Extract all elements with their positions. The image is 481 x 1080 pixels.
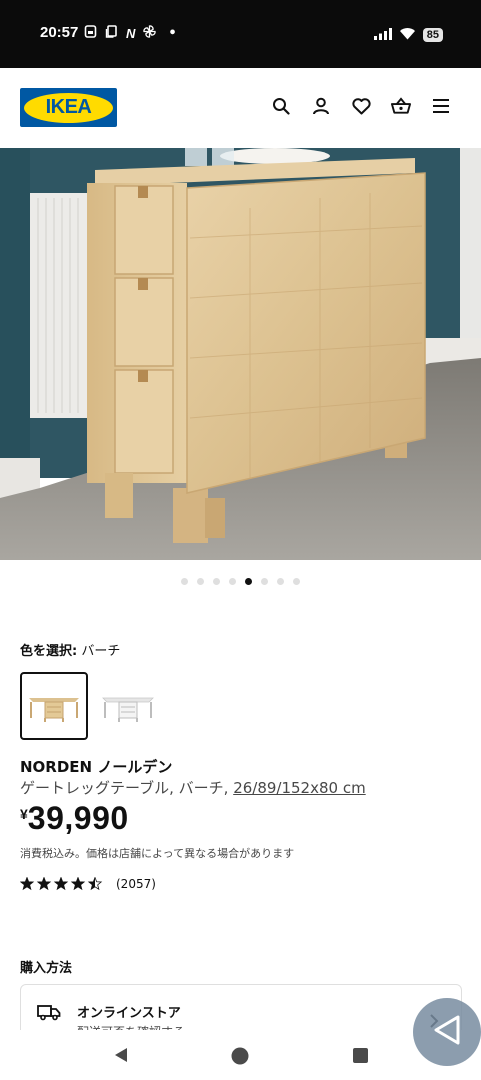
system-nav-bar — [0, 1030, 481, 1080]
carousel-dot[interactable] — [181, 578, 188, 585]
color-label-title: 色を選択: — [20, 644, 78, 659]
header-actions — [271, 96, 451, 116]
signal-icon — [373, 25, 392, 44]
price-amount: 39,990 — [27, 800, 129, 836]
carousel-dot[interactable] — [197, 578, 204, 585]
product-rating[interactable]: (2057) — [20, 877, 156, 891]
carousel-dots — [0, 578, 481, 585]
product-name: NORDEN ノールデン — [20, 758, 173, 776]
recents-icon[interactable] — [353, 1048, 368, 1067]
product-dimensions-link[interactable]: 26/89/152x80 cm — [233, 779, 366, 797]
pinwheel-icon — [143, 25, 157, 42]
tax-note: 消費税込み。価格は店舗によって異なる場合があります — [20, 847, 295, 860]
color-value: バーチ — [81, 644, 121, 659]
carousel-dot[interactable] — [293, 578, 300, 585]
rating-star-fill — [37, 877, 51, 890]
product-description: ゲートレッグテーブル, バーチ, 26/89/152x80 cm — [20, 777, 366, 798]
color-swatch-white[interactable] — [94, 672, 162, 740]
logo-oval: IKEA — [24, 92, 113, 123]
review-count: (2057) — [116, 877, 156, 891]
home-icon[interactable] — [231, 1047, 249, 1069]
heart-icon[interactable] — [351, 96, 371, 116]
back-icon[interactable] — [113, 1047, 129, 1067]
truck-icon — [37, 1003, 61, 1025]
carousel-dot[interactable] — [261, 578, 268, 585]
floating-back-button[interactable] — [413, 998, 481, 1066]
carousel-dot[interactable] — [245, 578, 252, 585]
sim-card-icon — [84, 25, 97, 42]
notification-dot: • — [168, 26, 177, 41]
carousel-dot[interactable] — [277, 578, 284, 585]
price-currency: ¥ — [20, 806, 28, 822]
user-icon[interactable] — [311, 96, 331, 116]
purchase-section-title: 購入方法 — [20, 961, 73, 976]
play-back-icon — [431, 1014, 463, 1050]
ikea-logo[interactable]: IKEA — [20, 88, 117, 127]
carousel-dot[interactable] — [213, 578, 220, 585]
product-image[interactable] — [0, 148, 481, 560]
logo-text: IKEA — [45, 96, 92, 118]
n-app-icon: N — [126, 26, 136, 41]
rating-star-fill — [71, 877, 85, 890]
online-store-title: オンラインストア — [77, 1006, 181, 1021]
rating-star-fill — [20, 877, 34, 890]
product-desc-text: ゲートレッグテーブル, バーチ, — [20, 779, 234, 797]
status-time: 20:57 — [40, 24, 79, 41]
status-right: 85 — [373, 25, 443, 44]
status-left-icons: N • — [84, 25, 177, 42]
menu-icon[interactable] — [431, 96, 451, 116]
search-icon[interactable] — [271, 96, 291, 116]
battery-indicator: 85 — [422, 27, 443, 42]
color-label: 色を選択: バーチ — [20, 640, 120, 659]
color-swatch-birch[interactable] — [20, 672, 88, 740]
rating-stars-icon — [20, 877, 103, 891]
copy-icon — [105, 25, 118, 42]
carousel-dot[interactable] — [229, 578, 236, 585]
wifi-icon — [399, 25, 416, 44]
status-bar: 20:57 N • 85 — [0, 0, 481, 68]
product-price: ¥39,990 — [20, 800, 129, 837]
app-header: IKEA — [0, 68, 481, 148]
rating-star-fill — [54, 877, 68, 890]
basket-icon[interactable] — [391, 96, 411, 116]
